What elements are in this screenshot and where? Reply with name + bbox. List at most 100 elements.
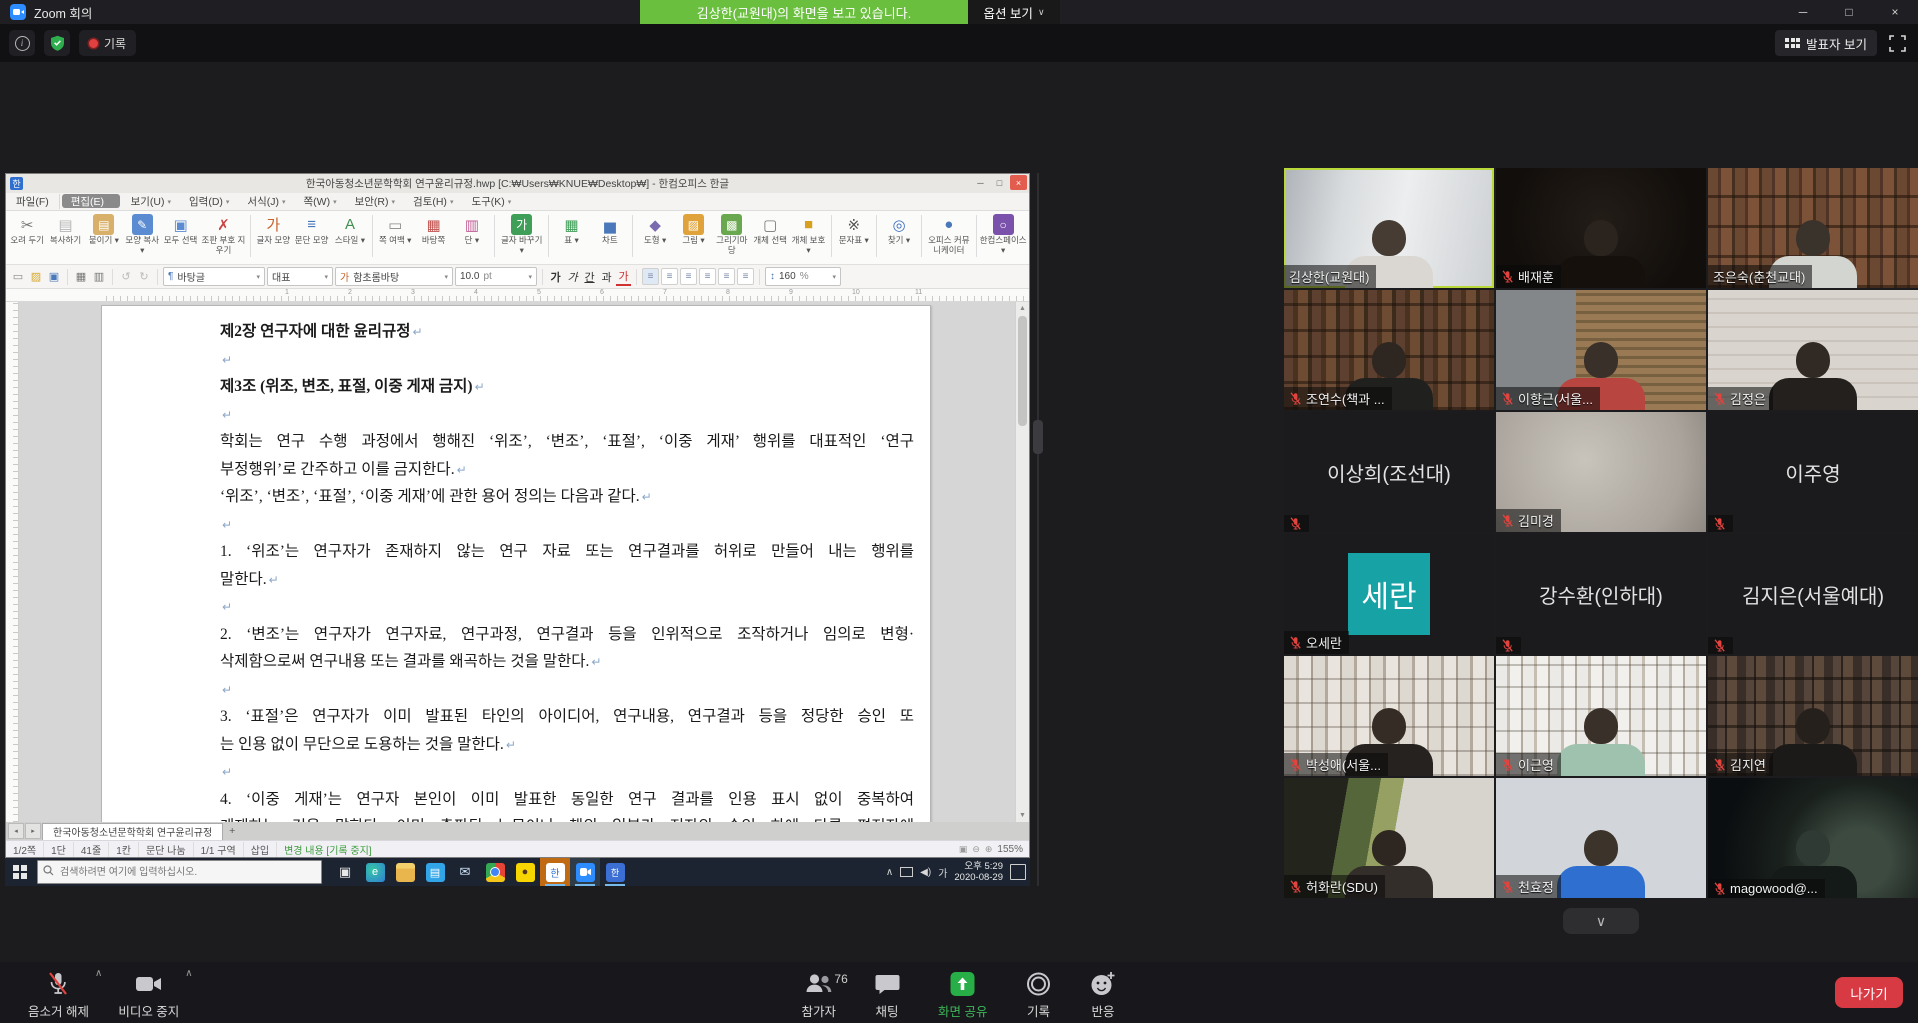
print-icon[interactable]: ▦ [73, 269, 89, 285]
scroll-down-icon[interactable]: ▼ [1016, 809, 1029, 822]
hwp-master-page-button[interactable]: ▦바탕쪽 [414, 214, 452, 246]
hwp-menu-tab[interactable]: 보기(U)▾ [122, 194, 180, 209]
participant-tile[interactable]: 세란오세란 [1284, 534, 1494, 654]
tray-chevron-icon[interactable]: ∧ [886, 867, 893, 878]
participant-tile[interactable]: 이근영 [1496, 656, 1706, 776]
new-tab-button[interactable]: + [224, 825, 240, 837]
taskbar-app-chrome-icon[interactable] [480, 858, 510, 886]
new-document-icon[interactable]: ▭ [10, 269, 26, 285]
speaker-view-button[interactable]: 발표자 보기 [1775, 30, 1877, 56]
hwp-shapes-button[interactable]: ◆도형 ▾ [636, 214, 674, 246]
participant-tile[interactable]: 이주영 [1708, 412, 1918, 532]
page-view-icon[interactable]: ▣ [959, 844, 968, 855]
taskbar-app-hwp-icon[interactable]: 한 [540, 858, 570, 886]
hwp-table-button[interactable]: ▦표 ▾ [552, 214, 590, 246]
taskbar-app-task-view-icon[interactable]: ▣ [330, 858, 360, 886]
hwp-style-button[interactable]: A스타일 ▾ [331, 214, 369, 246]
font-size-select[interactable]: 10.0pt▾ [455, 267, 537, 286]
participant-tile[interactable]: 조연수(책과 ... [1284, 290, 1494, 410]
participant-tile[interactable]: 이향근(서울... [1496, 290, 1706, 410]
scroll-more-participants-button[interactable]: ∨ [1563, 908, 1639, 934]
font-color-button[interactable]: 가 [616, 268, 631, 286]
participants-button[interactable]: 76참가자 [796, 966, 843, 1020]
minimize-button[interactable]: ─ [1780, 0, 1826, 24]
hwp-scissors-button[interactable]: ✂오려 두기 [8, 214, 46, 246]
chat-button[interactable]: 채팅 [868, 966, 906, 1020]
vertical-scrollbar[interactable]: ▲ ▼ [1015, 302, 1029, 822]
taskbar-search-input[interactable] [37, 860, 322, 884]
maximize-button[interactable]: □ [1826, 0, 1872, 24]
document-page[interactable]: 제2장 연구자에 대한 윤리규정↵↵제3조 (위조, 변조, 표절, 이중 게재… [101, 305, 931, 822]
participant-tile[interactable]: 이상희(조선대) [1284, 412, 1494, 532]
zoom-in-icon[interactable]: ⊕ [985, 844, 993, 855]
align-divide-icon[interactable]: ≡ [737, 268, 754, 285]
share-screen-button[interactable]: 화면 공유 [932, 966, 993, 1020]
hwp-minimize-button[interactable]: ─ [972, 175, 989, 190]
hwp-char-shape-button[interactable]: 가글자 모양 [254, 214, 292, 246]
style-set-select[interactable]: 대표▾ [267, 267, 333, 286]
participant-tile[interactable]: 배재훈 [1496, 168, 1706, 288]
hwp-menu-tab[interactable]: 입력(D)▾ [180, 194, 238, 209]
encryption-shield-button[interactable] [44, 30, 70, 56]
ime-language-indicator[interactable]: 가 [938, 865, 947, 880]
hwp-hancom-space-button[interactable]: ○한컴스페이스 ▾ [979, 214, 1026, 255]
align-justify-icon[interactable]: ≡ [642, 268, 659, 285]
scroll-up-icon[interactable]: ▲ [1016, 302, 1029, 315]
hwp-para-shape-button[interactable]: ≡문단 모양 [292, 214, 330, 246]
hwp-menu-file[interactable]: 파일(F) [6, 194, 60, 209]
open-folder-icon[interactable]: ▨ [28, 269, 44, 285]
hwp-find-replace-button[interactable]: 가글자 바꾸기 ▾ [498, 214, 545, 255]
scrollbar-thumb[interactable] [1018, 316, 1027, 426]
participant-tile[interactable]: 박성애(서울... [1284, 656, 1494, 776]
participant-tile[interactable]: 강수환(인하대) [1496, 534, 1706, 654]
document-tab[interactable]: 한국아동청소년문학학회 연구윤리규정 [42, 823, 223, 840]
italic-button[interactable]: 가 [565, 269, 580, 285]
participant-tile[interactable]: 김정은 [1708, 290, 1918, 410]
hwp-menu-tab[interactable]: 서식(J)▾ [238, 194, 294, 209]
reactions-button[interactable]: 반응 [1084, 966, 1123, 1020]
save-icon[interactable]: ▣ [46, 269, 62, 285]
hwp-chart-button[interactable]: ▅차트 [591, 214, 629, 246]
tab-nav-right-icon[interactable]: ▸ [25, 823, 41, 839]
taskbar-app-hancom-office-icon[interactable]: 한 [600, 858, 630, 886]
display-icon[interactable] [900, 867, 913, 877]
hwp-paste-button[interactable]: ▤붙이기 ▾ [85, 214, 123, 246]
notification-center-icon[interactable] [1010, 864, 1026, 880]
hwp-close-button[interactable]: × [1010, 175, 1027, 190]
hwp-columns-button[interactable]: ▥단 ▾ [453, 214, 491, 246]
hwp-delete-marks-button[interactable]: ✗조판 부호 지우기 [200, 214, 247, 255]
hwp-page-margin-button[interactable]: ▭쪽 여백 ▾ [376, 214, 414, 246]
hwp-menu-tab[interactable]: 검토(H)▾ [404, 194, 462, 209]
participant-tile[interactable]: 김미경 [1496, 412, 1706, 532]
line-spacing-select[interactable]: ↕160%▾ [765, 267, 841, 286]
hwp-object-protect-button[interactable]: ■개체 보호 ▾ [789, 214, 827, 255]
tab-nav-left-icon[interactable]: ◂ [8, 823, 24, 839]
bold-button[interactable]: 가 [548, 269, 563, 285]
video-options-chevron[interactable]: ∧ [185, 968, 192, 979]
taskbar-clock[interactable]: 오후 5:29 2020-08-29 [954, 861, 1003, 883]
hwp-select-all-button[interactable]: ▣모두 선택 [161, 214, 199, 246]
participant-tile[interactable]: 김지연 [1708, 656, 1918, 776]
hwp-menu-tab[interactable]: 편집(E)▾ [62, 194, 120, 208]
redo-icon[interactable]: ↻ [136, 269, 152, 285]
taskbar-app-file-explorer-icon[interactable] [390, 858, 420, 886]
align-left-icon[interactable]: ≡ [661, 268, 678, 285]
hwp-symbol-button[interactable]: ※문자표 ▾ [835, 214, 873, 246]
hwp-clipart-button[interactable]: ▩그리기마당 [713, 214, 751, 255]
meeting-info-button[interactable]: i [9, 30, 35, 56]
fullscreen-icon[interactable] [1889, 35, 1906, 52]
record-button[interactable]: 기록 [1020, 966, 1058, 1020]
start-button[interactable] [5, 858, 35, 886]
view-options-button[interactable]: 옵션 보기∨ [968, 0, 1060, 24]
taskbar-app-kakaotalk-icon[interactable]: ● [510, 858, 540, 886]
participant-tile[interactable]: 조은숙(춘천교대) [1708, 168, 1918, 288]
taskbar-app-microsoft-store-icon[interactable]: ▤ [420, 858, 450, 886]
hwp-object-select-button[interactable]: ▢개체 선택 [751, 214, 789, 246]
align-right-icon[interactable]: ≡ [699, 268, 716, 285]
participant-tile[interactable]: 천효정 [1496, 778, 1706, 898]
print-preview-icon[interactable]: ▥ [91, 269, 107, 285]
unmute-button[interactable]: 음소거 해제 [22, 966, 95, 1020]
align-distribute-icon[interactable]: ≡ [718, 268, 735, 285]
undo-icon[interactable]: ↺ [118, 269, 134, 285]
hwp-maximize-button[interactable]: □ [991, 175, 1008, 190]
